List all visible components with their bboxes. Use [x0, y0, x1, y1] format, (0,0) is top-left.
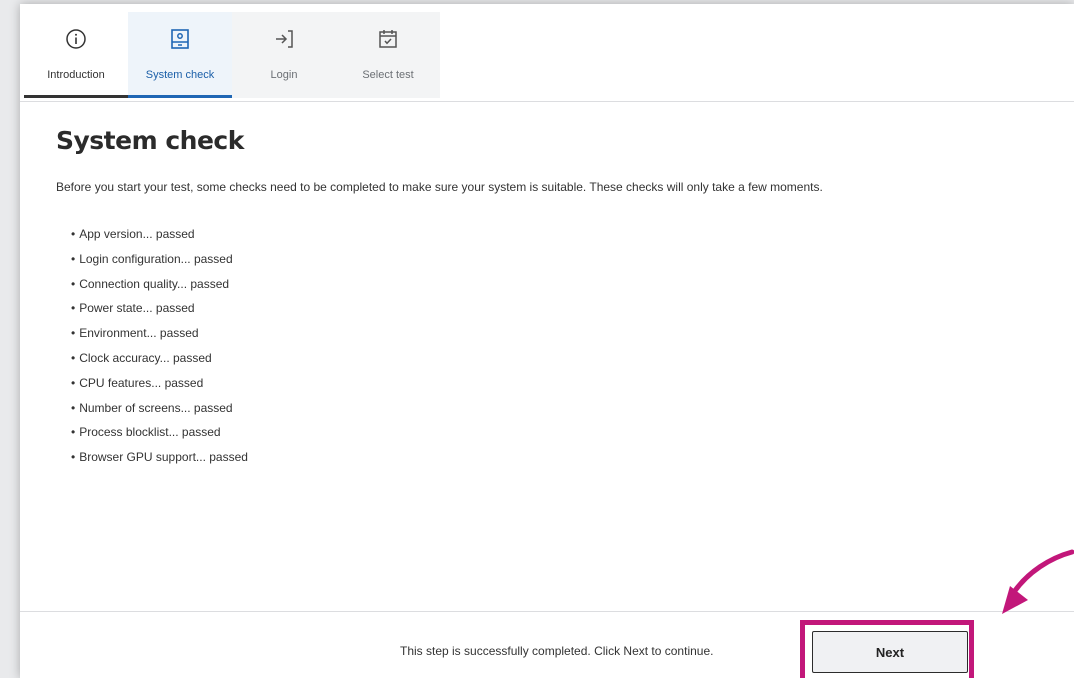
bullet-icon: •	[71, 425, 76, 440]
check-item: • Connection quality... passed	[71, 272, 248, 297]
check-item: • Environment... passed	[71, 321, 248, 346]
check-item: • Process blocklist... passed	[71, 420, 248, 445]
status-message: This step is successfully completed. Cli…	[400, 644, 714, 658]
info-icon	[24, 27, 128, 53]
tab-label: Introduction	[47, 69, 105, 81]
check-item: • CPU features... passed	[71, 371, 248, 396]
tab-indicator	[128, 95, 232, 98]
page-title: System check	[56, 126, 244, 155]
bullet-icon: •	[71, 276, 76, 291]
check-item: • Number of screens... passed	[71, 396, 248, 421]
check-text: Login configuration... passed	[79, 251, 233, 266]
tab-select-test[interactable]: Select test	[336, 12, 440, 98]
tab-introduction[interactable]: Introduction	[24, 12, 128, 98]
next-button[interactable]: Next	[812, 631, 968, 673]
bullet-icon: •	[71, 251, 76, 266]
tab-system-check[interactable]: System check	[128, 12, 232, 98]
calendar-check-icon	[336, 27, 440, 53]
bullet-icon: •	[71, 350, 76, 365]
check-item: • App version... passed	[71, 222, 248, 247]
check-item: • Clock accuracy... passed	[71, 346, 248, 371]
check-item: • Power state... passed	[71, 296, 248, 321]
tab-label: Login	[270, 69, 298, 81]
bullet-icon: •	[71, 326, 76, 341]
system-check-list: • App version... passed • Login configurat…	[71, 222, 248, 470]
tab-indicator	[232, 95, 336, 98]
check-item: • Browser GPU support... passed	[71, 445, 248, 470]
check-text: Clock accuracy... passed	[79, 350, 212, 365]
check-text: Connection quality... passed	[79, 276, 230, 291]
tab-indicator	[24, 95, 128, 98]
check-text: Number of screens... passed	[79, 400, 233, 415]
check-text: Browser GPU support... passed	[79, 450, 248, 465]
bullet-icon: •	[71, 450, 76, 465]
tab-label: Select test	[362, 69, 414, 81]
check-item: • Login configuration... passed	[71, 247, 248, 272]
intro-text: Before you start your test, some checks …	[56, 180, 823, 194]
pointer-arrow-icon	[1002, 549, 1074, 614]
app-window: Introduction System check Login Select t…	[20, 4, 1074, 678]
check-text: App version... passed	[79, 227, 195, 241]
bullet-icon: •	[71, 400, 76, 415]
step-tabs: Introduction System check Login Select t…	[24, 12, 440, 98]
footer-divider	[20, 611, 1074, 612]
bullet-icon: •	[71, 375, 76, 390]
check-text: Environment... passed	[79, 326, 199, 341]
tab-indicator	[336, 95, 440, 98]
tab-label: System check	[145, 69, 215, 81]
bullet-icon: •	[71, 227, 76, 241]
computer-icon	[128, 27, 232, 53]
bullet-icon: •	[71, 301, 76, 316]
login-arrow-icon	[232, 27, 336, 53]
check-text: Process blocklist... passed	[79, 425, 221, 440]
divider	[20, 101, 1074, 102]
check-text: Power state... passed	[79, 301, 195, 316]
check-text: CPU features... passed	[79, 375, 204, 390]
tab-login[interactable]: Login	[232, 12, 336, 98]
